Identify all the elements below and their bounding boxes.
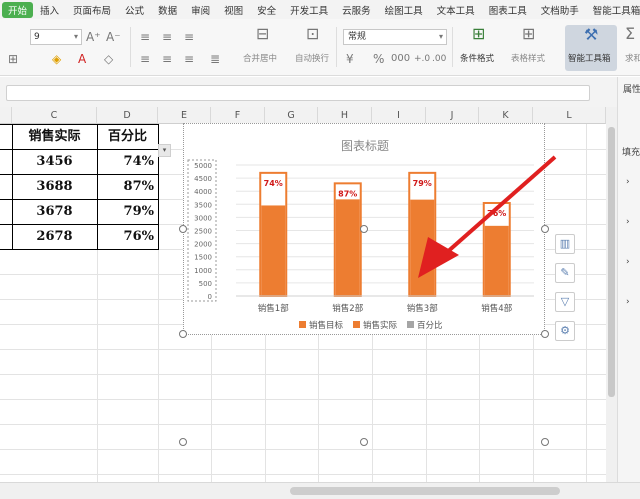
panel-chevron-icon[interactable]: › (626, 177, 630, 187)
panel-chevron-icon[interactable]: › (626, 257, 630, 267)
vertical-scrollbar[interactable] (606, 107, 617, 482)
horizontal-scroll-thumb[interactable] (290, 487, 560, 495)
panel-chevron-icon[interactable]: › (626, 217, 630, 227)
vertical-scroll-thumb[interactable] (608, 127, 615, 397)
arrow-head (418, 237, 459, 278)
arrow-shaft (443, 155, 557, 256)
annotation-arrow (418, 155, 557, 278)
horizontal-scrollbar[interactable] (0, 482, 640, 499)
property-panel: 属性 填充 › › › › (617, 77, 640, 482)
panel-chevron-icon[interactable]: › (626, 297, 630, 307)
fill-label[interactable]: 填充 (622, 145, 640, 158)
property-panel-title: 属性 (623, 85, 640, 95)
